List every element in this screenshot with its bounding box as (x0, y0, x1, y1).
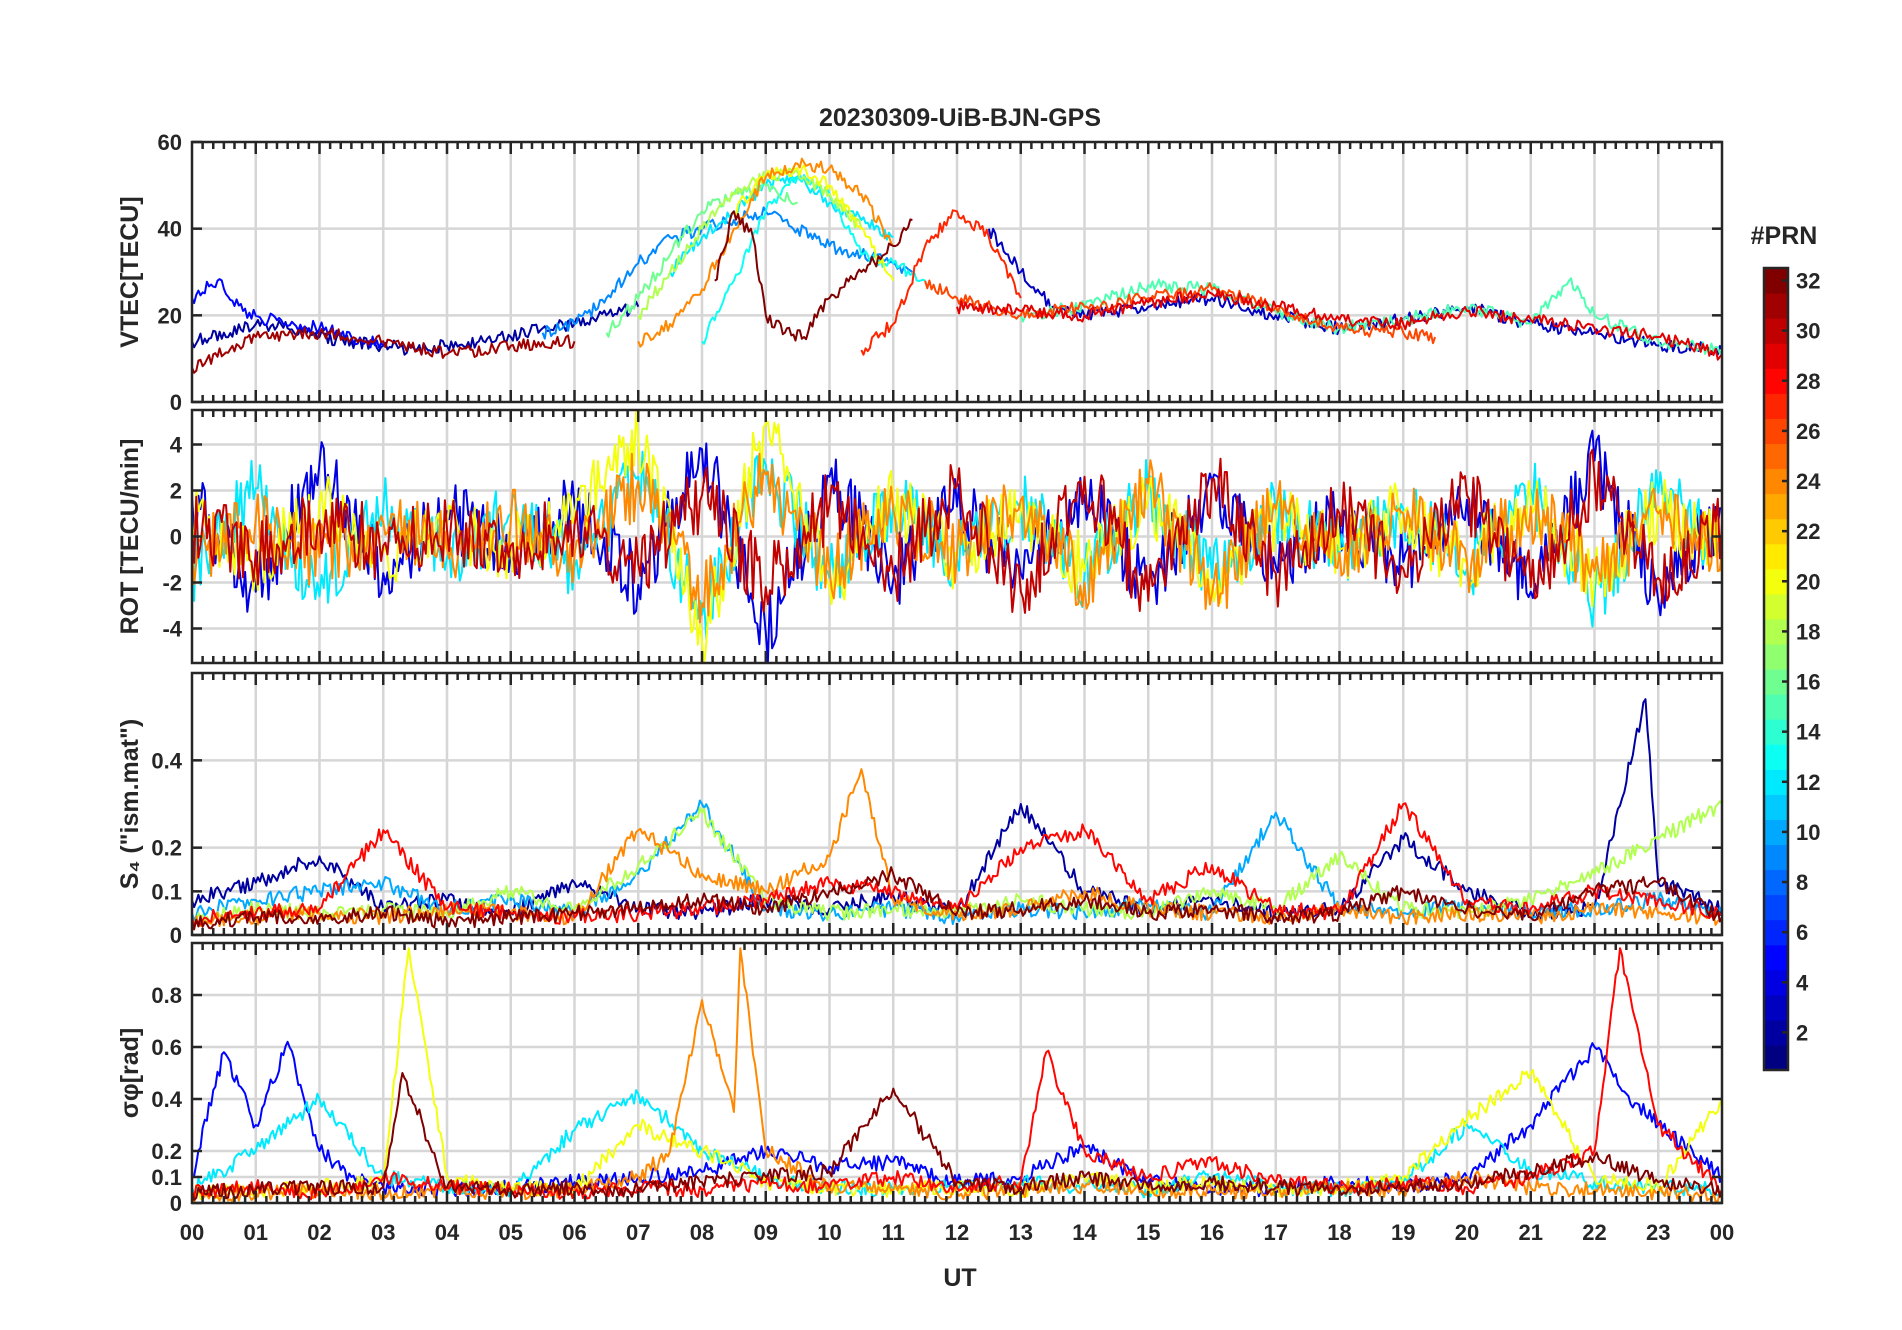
x-axis: 00 01 02 03 04 05 06 07 08 09 10 11 12 13 14 15 16 17 18 19… (180, 1220, 1734, 1245)
colorbar-tick-label: 14 (1796, 720, 1821, 745)
x-tick-label: 23 (1646, 1220, 1670, 1245)
colorbar-tick-label: 16 (1796, 670, 1820, 695)
x-tick-label: 16 (1200, 1220, 1224, 1245)
colorbar-tick-label: 6 (1796, 920, 1808, 945)
x-tick-label: 08 (690, 1220, 714, 1245)
y-tick-label: 0 (170, 390, 182, 415)
y-tick-label: 0 (170, 525, 182, 550)
colorbar-tick-label: 22 (1796, 519, 1820, 544)
colorbar-segment (1764, 894, 1788, 921)
x-tick-label: 12 (945, 1220, 969, 1245)
chart: 20230309-UiB-BJN-GPS 0204060VTEC[TECU]-4… (116, 104, 1821, 1292)
y-tick-label: 60 (158, 130, 182, 155)
y-tick-label: 0 (170, 923, 182, 948)
colorbar-body: 2468101214161820222426283032 (1762, 266, 1821, 1072)
y-tick-label: 20 (158, 303, 182, 328)
colorbar-tick-label: 2 (1796, 1020, 1808, 1045)
colorbar-tick-label: 12 (1796, 770, 1820, 795)
x-axis-label: UT (943, 1264, 976, 1292)
x-tick-label: 19 (1391, 1220, 1415, 1245)
colorbar-segment (1764, 994, 1788, 1021)
x-tick-label: 04 (435, 1220, 460, 1245)
colorbar-segment (1764, 543, 1788, 570)
y-tick-label: -2 (162, 571, 182, 596)
x-tick-label: 00 (180, 1220, 204, 1245)
colorbar-segment (1764, 744, 1788, 770)
colorbar-segment (1764, 643, 1788, 670)
colorbar-segment (1764, 443, 1788, 470)
y-tick-label: 0.1 (151, 1165, 182, 1190)
colorbar-tick-label: 4 (1796, 970, 1809, 995)
panel-vtec: 0 20 40 60 VTEC[TECU] (116, 130, 1724, 415)
y-tick-label: 2 (170, 479, 182, 504)
chart-title: 20230309-UiB-BJN-GPS (819, 104, 1101, 132)
y-tick-label: 0 (170, 1191, 182, 1216)
x-tick-label: 22 (1582, 1220, 1606, 1245)
x-tick-label: 01 (244, 1220, 268, 1245)
x-tick-label: 10 (817, 1220, 841, 1245)
x-tick-label: 07 (626, 1220, 650, 1245)
x-tick-label: 05 (499, 1220, 523, 1245)
y-tick-label: -4 (162, 617, 182, 642)
x-tick-label: 21 (1519, 1220, 1543, 1245)
colorbar-tick-label: 20 (1796, 569, 1820, 594)
x-tick-label: 00 (1710, 1220, 1734, 1245)
colorbar-title: #PRN (1751, 222, 1818, 250)
y-tick-label: 0.1 (151, 879, 182, 904)
colorbar-segment (1764, 844, 1788, 871)
colorbar-segment (1764, 1044, 1788, 1071)
y-axis-label-sigma: σφ[rad] (116, 1028, 144, 1119)
y-axis-label-s4: S₄ ("ism.mat") (116, 719, 144, 889)
colorbar-segment (1764, 593, 1788, 620)
colorbar-segment (1764, 293, 1788, 319)
colorbar-tick-label: 8 (1796, 870, 1808, 895)
x-tick-label: 15 (1136, 1220, 1160, 1245)
y-tick-label: 0.8 (151, 983, 182, 1008)
y-tick-label: 0.4 (151, 748, 182, 773)
x-tick-label: 03 (371, 1220, 395, 1245)
y-axis-label-vtec: VTEC[TECU] (116, 196, 144, 347)
panel-sigma: 00.10.2 0.4 0.6 0.8 σφ[rad] (116, 941, 1724, 1216)
panels: 0204060VTEC[TECU]-4-2024ROT [TECU/min]00… (116, 130, 1724, 1216)
x-tick-label: 17 (1264, 1220, 1288, 1245)
y-tick-label: 0.2 (151, 1139, 182, 1164)
colorbar-segment (1764, 493, 1788, 520)
colorbar: #PRN 2468101214161820222426283032 (1751, 222, 1821, 1072)
colorbar-segment (1764, 944, 1788, 971)
x-tick-label: 18 (1327, 1220, 1351, 1245)
colorbar-tick-label: 10 (1796, 820, 1820, 845)
colorbar-tick-label: 18 (1796, 619, 1820, 644)
x-tick-label: 06 (562, 1220, 586, 1245)
x-tick-label: 13 (1009, 1220, 1033, 1245)
panel-rot: -4 -2 0 2 4 ROT [TECU/min] (116, 408, 1724, 665)
colorbar-tick-label: 30 (1796, 319, 1820, 344)
x-tick-label: 02 (307, 1220, 331, 1245)
y-tick-label: 4 (170, 433, 183, 458)
y-axis-label-rot: ROT [TECU/min] (116, 439, 144, 635)
colorbar-segment (1764, 794, 1788, 820)
panel-s4: 0 0.1 0.2 0.4 S₄ ("ism.mat") (116, 671, 1724, 948)
x-tick-label: 20 (1455, 1220, 1479, 1245)
y-tick-label: 0.6 (151, 1035, 182, 1060)
y-tick-label: 0.4 (151, 1087, 182, 1112)
colorbar-tick-label: 32 (1796, 269, 1820, 294)
x-tick-label: 09 (754, 1220, 778, 1245)
colorbar-segment (1764, 343, 1788, 369)
x-tick-label: 11 (882, 1220, 905, 1245)
colorbar-tick-label: 24 (1796, 469, 1821, 494)
colorbar-segment (1764, 694, 1788, 720)
colorbar-tick-label: 28 (1796, 369, 1820, 394)
colorbar-segment (1764, 393, 1788, 419)
y-tick-label: 40 (158, 217, 182, 242)
x-tick-label: 14 (1072, 1220, 1097, 1245)
y-tick-label: 0.2 (151, 836, 182, 861)
colorbar-tick-label: 26 (1796, 419, 1820, 444)
